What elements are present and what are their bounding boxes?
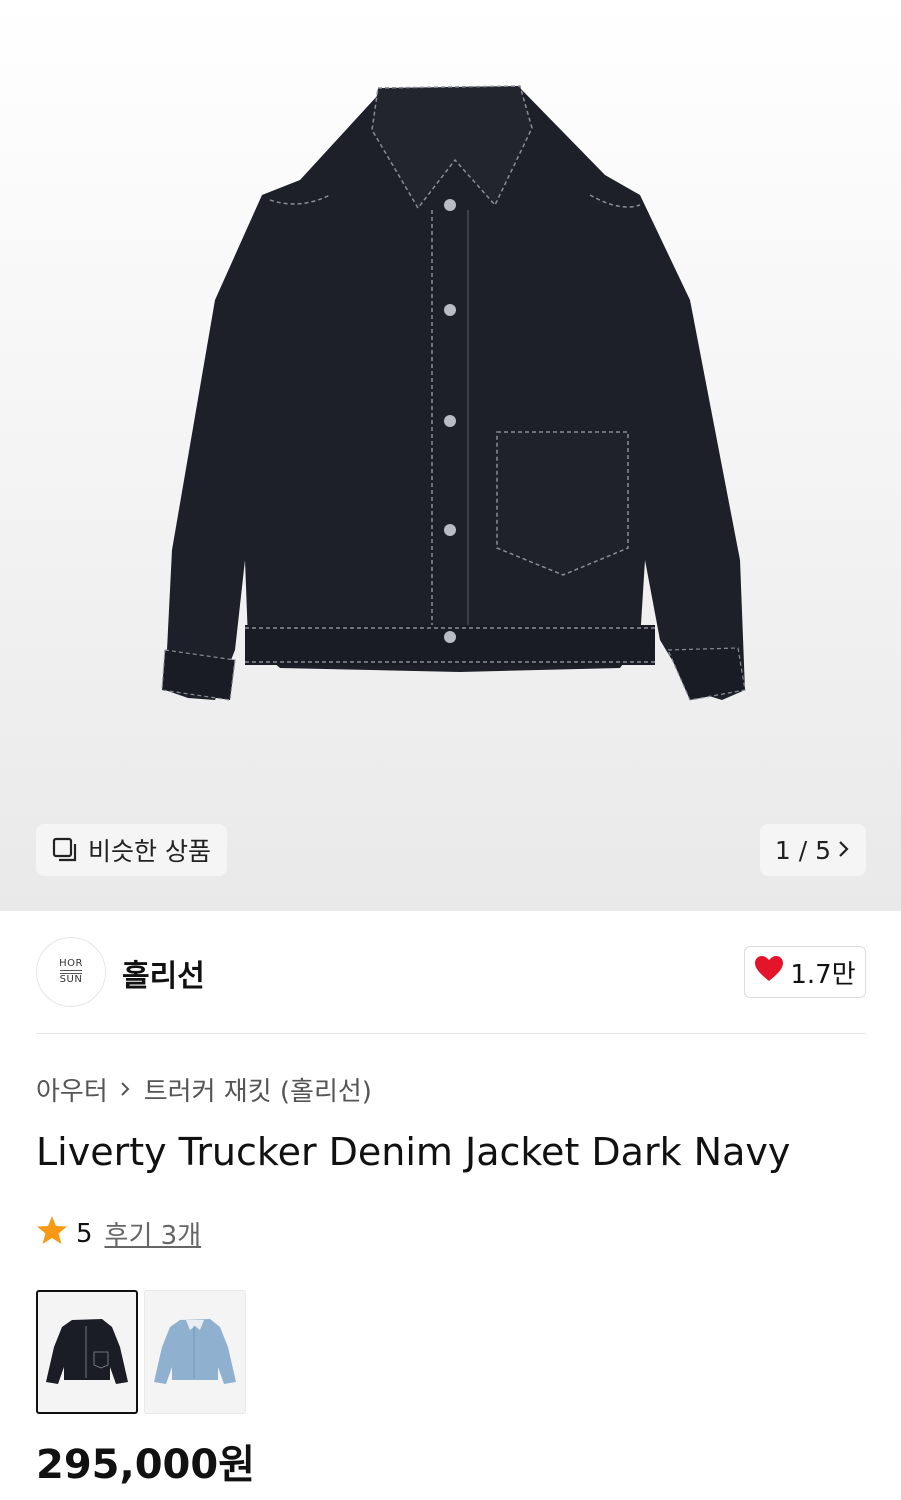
breadcrumb: 아우터 트러커 재킷 (홀리선) — [36, 1071, 372, 1108]
logo-divider — [60, 970, 82, 971]
pager-text: 1 / 5 — [774, 835, 832, 865]
similar-products-label: 비슷한 상품 — [88, 837, 211, 866]
star-icon — [36, 1214, 68, 1253]
image-pager[interactable]: 1 / 5 — [760, 824, 866, 876]
brand-name[interactable]: 홀리선 — [122, 951, 205, 995]
product-price: 295,000원 — [36, 1442, 255, 1488]
chevron-right-icon — [120, 1075, 132, 1105]
brand-row: HOR SUN 홀리선 1.7만 — [36, 937, 866, 1007]
chevron-right-icon — [837, 836, 851, 865]
product-photo-jacket — [161, 85, 746, 701]
breadcrumb-subcategory[interactable]: 트러커 재킷 (홀리선) — [144, 1071, 372, 1108]
like-button[interactable]: 1.7만 — [744, 946, 866, 998]
product-title: Liverty Trucker Denim Jacket Dark Navy — [36, 1130, 791, 1174]
color-variant-list — [36, 1290, 246, 1414]
review-link[interactable]: 후기 3개 — [105, 1215, 202, 1252]
like-count: 1.7만 — [790, 959, 856, 990]
brand-logo-text-top: HOR — [59, 958, 83, 969]
rating-value: 5 — [76, 1218, 93, 1249]
divider — [36, 1033, 866, 1034]
variant-thumbnail-light-blue — [154, 1319, 236, 1384]
rating-row: 5 후기 3개 — [36, 1214, 201, 1253]
product-image-gallery[interactable]: 비슷한 상품 1 / 5 — [0, 0, 901, 911]
variant-thumbnail-dark-navy — [46, 1319, 128, 1384]
breadcrumb-category[interactable]: 아우터 — [36, 1071, 108, 1108]
stack-icon — [52, 837, 78, 863]
brand-logo-text-bottom: SUN — [59, 974, 83, 985]
brand-logo[interactable]: HOR SUN — [36, 937, 106, 1007]
similar-products-button[interactable]: 비슷한 상품 — [36, 824, 227, 876]
heart-icon — [754, 955, 784, 990]
variant-light-blue[interactable] — [144, 1290, 246, 1414]
variant-dark-navy[interactable] — [36, 1290, 138, 1414]
